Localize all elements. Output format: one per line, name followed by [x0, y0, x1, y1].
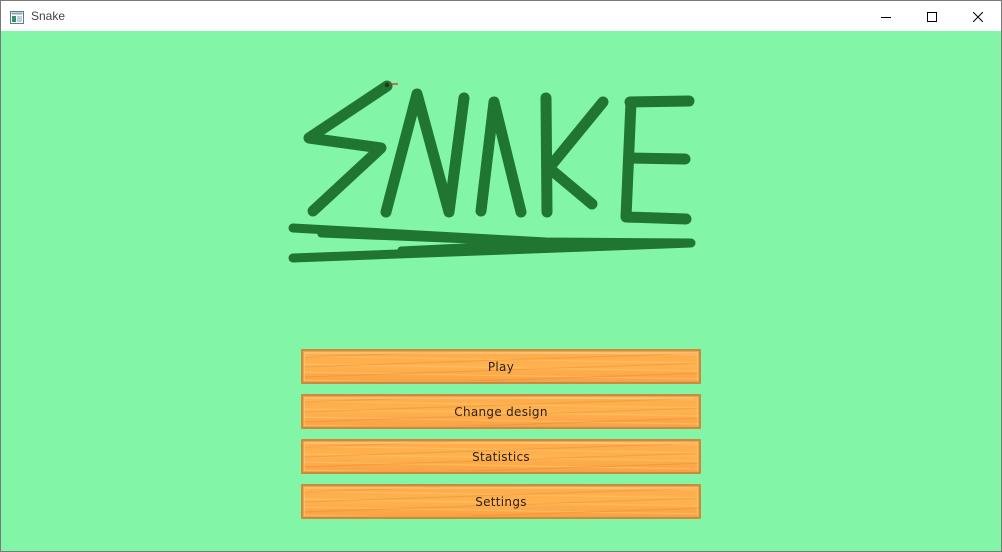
- close-button[interactable]: [955, 1, 1001, 31]
- change-design-button-label: Change design: [454, 404, 548, 419]
- maximize-button[interactable]: [909, 1, 955, 31]
- settings-button-label: Settings: [475, 494, 527, 509]
- minimize-button[interactable]: [863, 1, 909, 31]
- play-button-label: Play: [487, 359, 515, 374]
- game-window: Snake Play Change design Statistics Sett…: [0, 0, 1002, 552]
- minimize-icon: [881, 7, 891, 26]
- logo-letter-a: [475, 96, 527, 218]
- window-title: Snake: [31, 9, 66, 23]
- change-design-button[interactable]: Change design: [301, 394, 701, 429]
- settings-button[interactable]: Settings: [301, 484, 701, 519]
- statistics-button[interactable]: Statistics: [301, 439, 701, 474]
- statistics-button-label: Statistics: [472, 449, 530, 464]
- logo-letter-s: [303, 80, 393, 217]
- close-icon: [972, 7, 984, 26]
- maximize-icon: [927, 7, 937, 26]
- title-bar[interactable]: Snake: [1, 1, 1001, 31]
- snake-logo: [288, 80, 696, 263]
- game-menu-screen: Play Change design Statistics Settings: [1, 31, 1001, 551]
- logo-letter-k: [540, 92, 553, 218]
- logo-letter-n: [380, 88, 470, 218]
- play-button[interactable]: Play: [301, 349, 701, 384]
- app-window-icon: [10, 9, 24, 24]
